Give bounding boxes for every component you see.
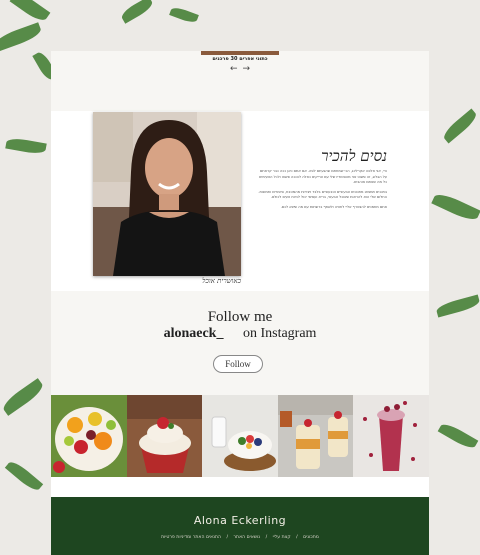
gallery-tile-berry-shake[interactable] [353,395,429,477]
footer-logo[interactable]: Alona Eckerling [51,514,429,527]
arrow-right-icon[interactable]: → [242,65,250,74]
top-strip: כתוני אפרים 30 פרכנים ← → [51,51,429,111]
carousel-arrows: ← → [230,65,250,74]
about-paragraph: היי, אני אלונה אקרלינג, הכי שמחתם שהגעתם… [259,169,387,185]
instagram-line: alonaeck_ on Instagram [51,326,429,342]
about-title: נסים להכיר [321,147,387,165]
section-label: כתוני אפרים 30 פרכנים [212,56,268,62]
gallery-tile-fruit-salad[interactable] [51,395,127,477]
arrow-left-icon[interactable]: ← [230,65,238,74]
profile-photo [93,112,241,276]
nav-separator: / [265,535,268,540]
instagram-suffix: on Instagram [242,326,317,341]
gallery-tile-cupcake[interactable] [126,395,203,477]
gallery-tile-parfait-jars[interactable] [277,395,354,477]
photo-caption: כאושרית אוכל [202,277,241,285]
footer-link[interactable]: התנאים האתר ומדיניות פרטיות [161,535,221,540]
footer-link[interactable]: מתכונים [303,535,319,540]
about-text: היי, אני אלונה אקרלינג, הכי שמחתם שהגעתם… [257,169,387,215]
nav-separator: / [296,535,298,540]
instagram-handle[interactable]: alonaeck_ [164,326,224,341]
follow-button[interactable]: Follow [213,355,263,373]
nav-separator: / [226,535,228,540]
page: כתוני אפרים 30 פרכנים ← → כאושרית אוכל נ… [51,51,429,555]
footer-link[interactable]: קצת עליי [273,535,291,540]
about-paragraph: בתכנים תמצאו מתכונים טבעוניים וטבעוניים … [258,189,387,200]
recipe-thumbnail[interactable] [201,51,279,55]
instagram-section [51,291,429,395]
footer-link[interactable]: נושאים האתר [233,535,260,540]
gallery-tile-smoothie-bowl[interactable] [202,395,278,477]
footer-nav: מתכונים / קצת עליי / נושאים האתר / התנאי… [51,535,429,540]
spacer [51,477,429,497]
about-paragraph: אתם מוזמנים להצטרף אליי לחוויה ולשתף ברש… [280,204,387,209]
follow-heading: Follow me [207,309,273,325]
instagram-gallery [51,395,429,477]
